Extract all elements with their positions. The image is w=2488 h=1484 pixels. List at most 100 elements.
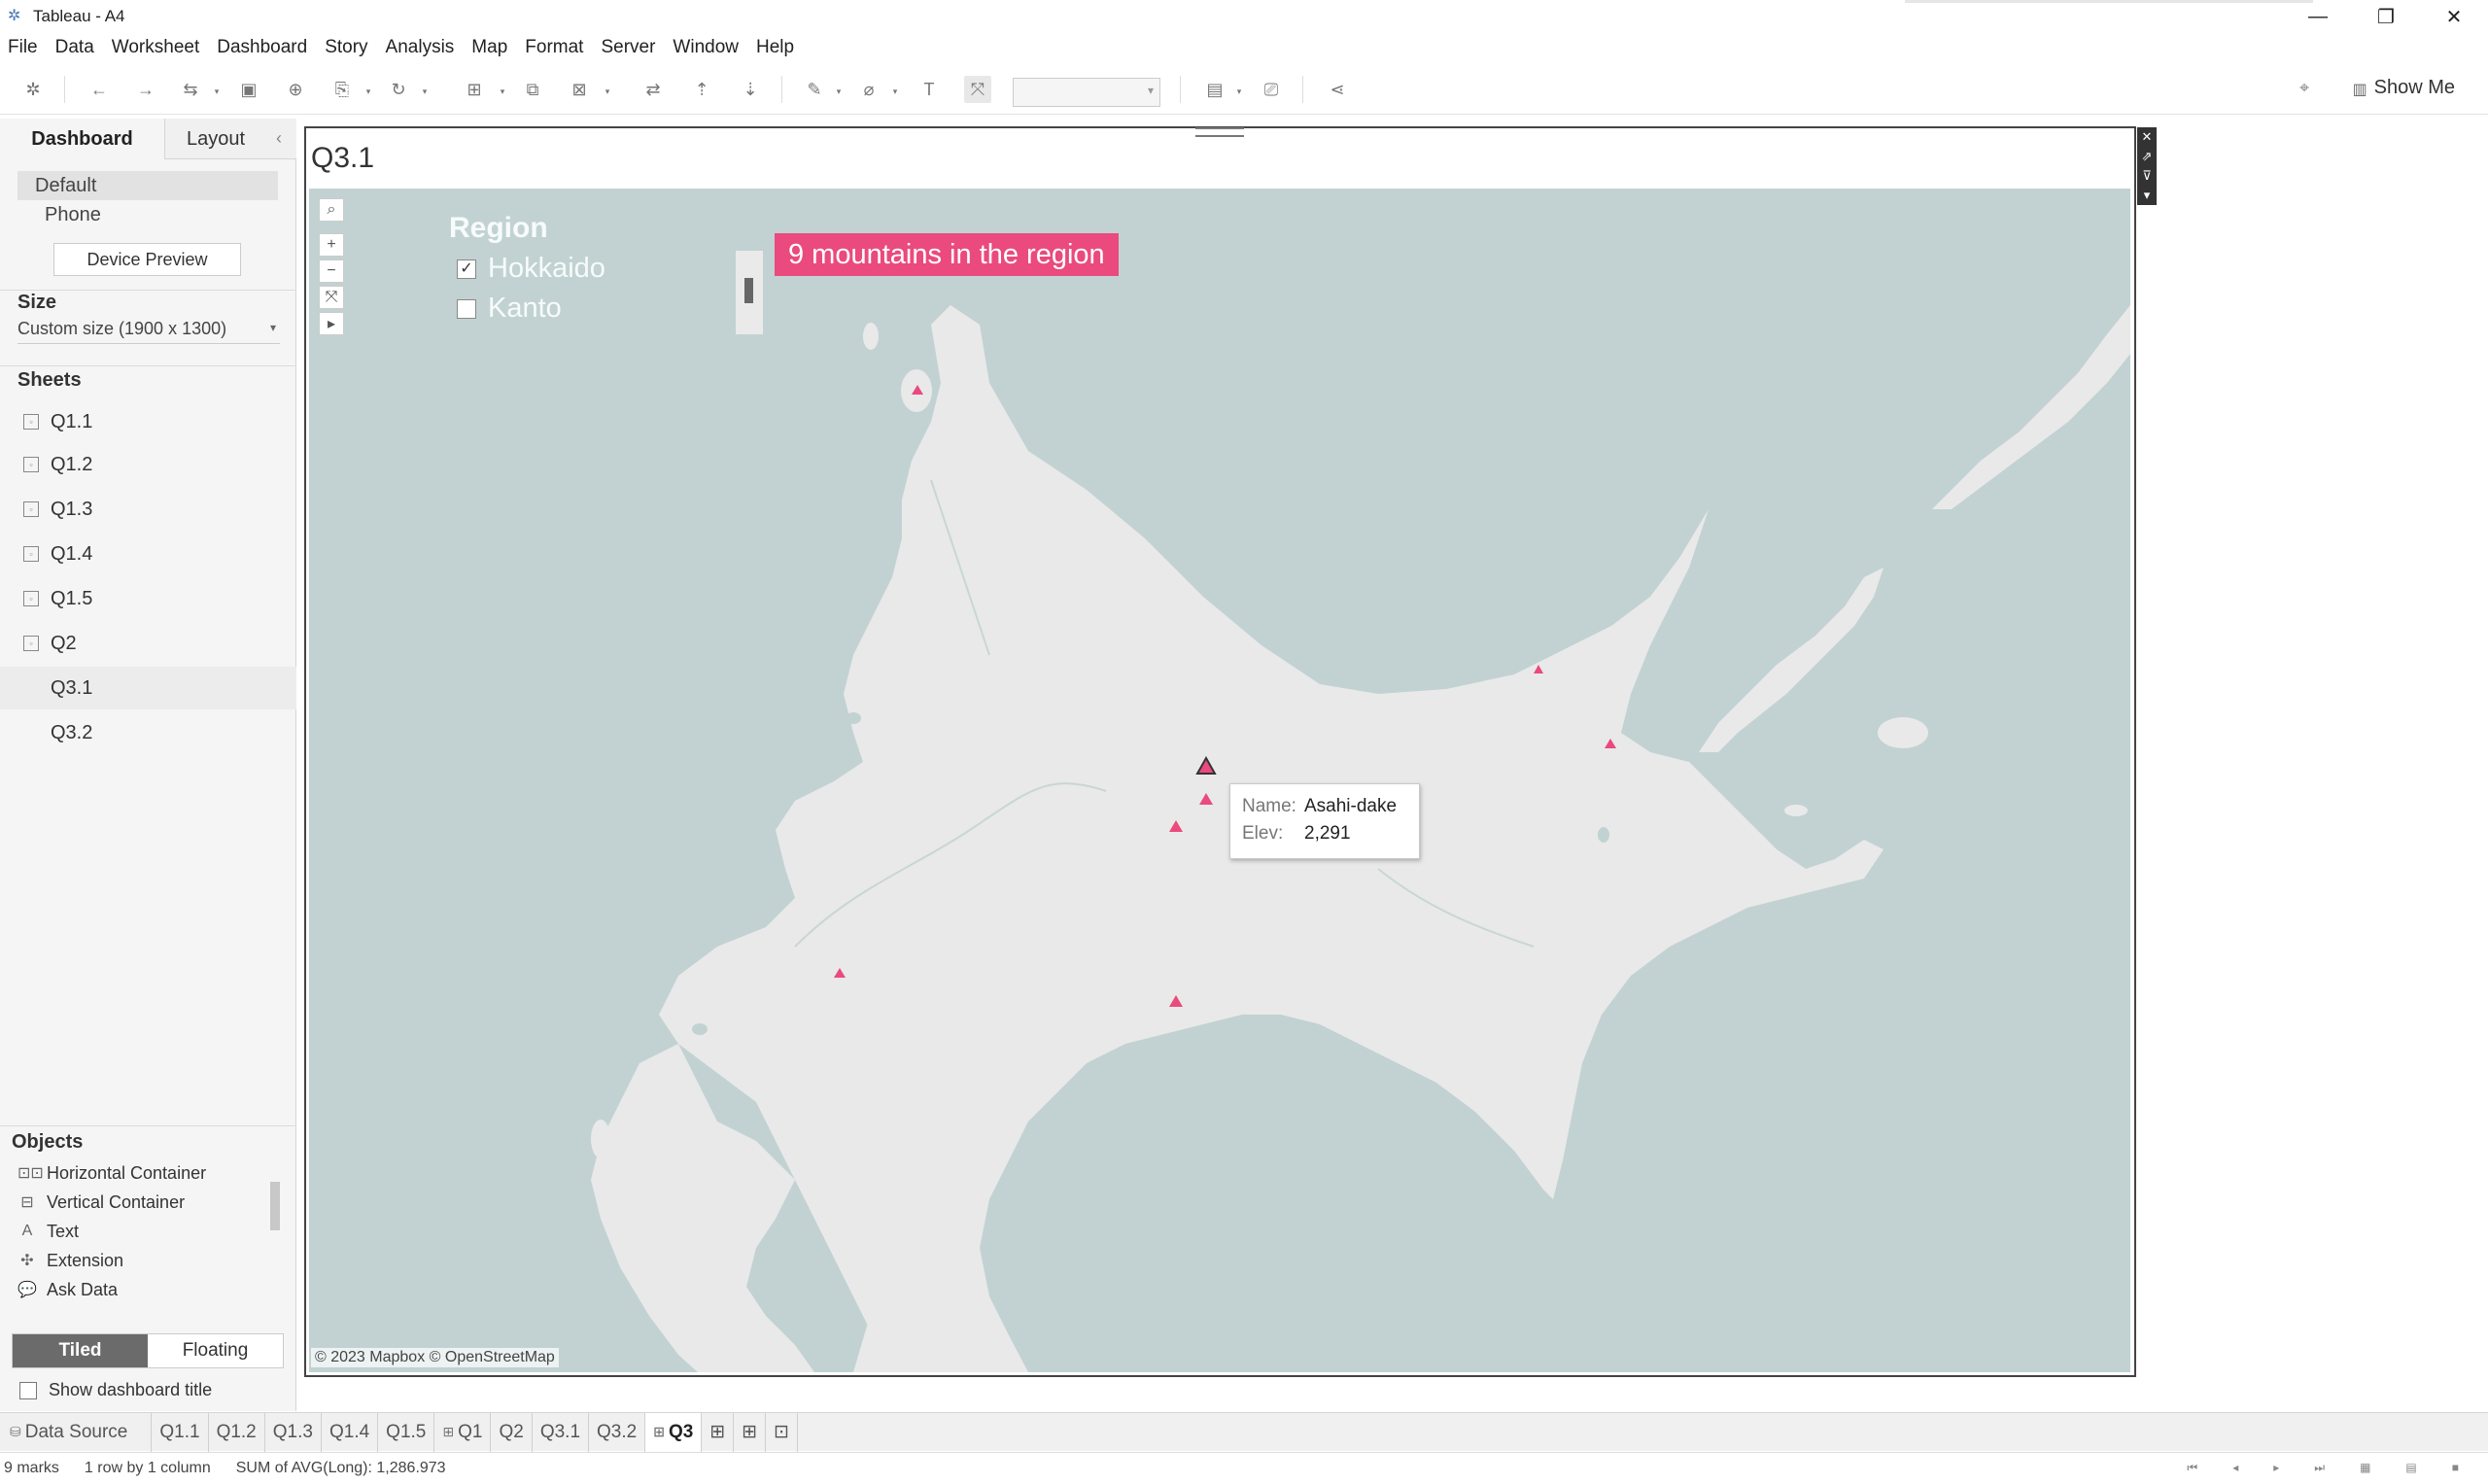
map-view[interactable] — [309, 189, 2130, 1372]
new-sheet-icon[interactable]: ⊞ — [461, 76, 488, 103]
device-phone[interactable]: Phone — [17, 200, 278, 229]
device-preview-button[interactable]: Device Preview — [53, 243, 241, 276]
device-default[interactable]: Default — [17, 171, 278, 200]
filmstrip-icon[interactable]: ▤ — [2405, 1461, 2416, 1475]
sheet-item-q2[interactable]: ▫ Q2 — [0, 622, 296, 665]
sheet-item-q1-2[interactable]: ▫ Q1.2 — [0, 443, 296, 486]
chevron-down-icon[interactable]: ▾ — [1234, 78, 1244, 105]
mountain-mark[interactable] — [834, 968, 846, 978]
object-text[interactable]: A Text — [17, 1217, 79, 1246]
mountain-mark[interactable] — [1169, 995, 1183, 1007]
first-sheet-icon[interactable]: ⏮ — [2187, 1461, 2197, 1475]
pause-updates-icon[interactable]: ⎘ — [328, 76, 356, 103]
tab-layout[interactable]: Layout — [167, 119, 264, 159]
chevron-down-icon[interactable]: ▾ — [890, 78, 900, 105]
mountain-mark[interactable] — [1169, 820, 1183, 832]
menu-analysis[interactable]: Analysis — [386, 37, 455, 58]
new-worksheet-button[interactable]: ⊞ — [702, 1412, 735, 1452]
sort-ascending-icon[interactable]: ⇡ — [688, 76, 715, 103]
menu-map[interactable]: Map — [471, 37, 507, 58]
menu-file[interactable]: File — [8, 37, 38, 58]
show-mark-labels-icon[interactable]: T — [916, 76, 943, 103]
sheet-item-q1-3[interactable]: ▫ Q1.3 — [0, 488, 296, 531]
menu-story[interactable]: Story — [325, 37, 367, 58]
sheet-item-q3-1[interactable]: ▫Q3.1 — [0, 667, 348, 884]
go-to-sheet-icon[interactable]: ⇗ — [2137, 147, 2157, 166]
chevron-down-icon[interactable]: ▾ — [420, 78, 430, 105]
objects-scrollbar[interactable] — [268, 1166, 282, 1312]
share-icon[interactable]: ⋖ — [1324, 76, 1351, 103]
next-sheet-icon[interactable]: ▸ — [2273, 1461, 2279, 1475]
tiled-button[interactable]: Tiled — [13, 1334, 148, 1367]
check-icon[interactable]: ✓ — [457, 259, 476, 279]
tab-q3-1[interactable]: Q3.1 — [533, 1412, 590, 1452]
object-ask-data[interactable]: 💬 Ask Data — [17, 1275, 118, 1304]
restore-button[interactable]: ❐ — [2352, 0, 2420, 33]
presentation-mode-icon[interactable]: ⎚ — [1258, 76, 1285, 103]
chevron-down-icon[interactable]: ▾ — [212, 78, 222, 105]
tabs-view-icon[interactable]: ■ — [2452, 1461, 2459, 1475]
menu-help[interactable]: Help — [756, 37, 794, 58]
previous-sheet-icon[interactable]: ◂ — [2232, 1461, 2238, 1475]
filter-option-hokkaido[interactable]: ✓ Hokkaido — [449, 253, 605, 285]
sheet-sorter-icon[interactable]: ▦ — [2360, 1461, 2370, 1475]
mountain-mark[interactable] — [1534, 665, 1543, 673]
swap-rows-columns-icon[interactable]: ⇄ — [639, 76, 667, 103]
tab-q1-1[interactable]: Q1.1 — [152, 1412, 209, 1452]
close-button[interactable]: ✕ — [2420, 0, 2488, 33]
tableau-home-icon[interactable]: ✲ — [19, 76, 47, 103]
duplicate-sheet-icon[interactable]: ⧉ — [519, 76, 546, 103]
filter-scrollbar[interactable] — [736, 251, 763, 334]
sheet-item-q1-5[interactable]: ▫ Q1.5 — [0, 577, 296, 620]
tab-q3-2[interactable]: Q3.2 — [589, 1412, 646, 1452]
group-members-icon[interactable]: ⌀ — [855, 76, 882, 103]
fit-dropdown[interactable] — [1013, 78, 1160, 107]
zoom-in-icon[interactable]: + — [319, 233, 344, 257]
tab-q1-3[interactable]: Q1.3 — [265, 1412, 322, 1452]
filter-icon[interactable]: ⊽ — [2137, 166, 2157, 186]
clear-sheet-icon[interactable]: ⊠ — [566, 76, 593, 103]
tab-q1-5[interactable]: Q1.5 — [378, 1412, 435, 1452]
menu-worksheet[interactable]: Worksheet — [112, 37, 199, 58]
pin-icon[interactable]: ⌖ — [2299, 78, 2309, 98]
collapse-panel-icon[interactable]: ‹ — [276, 128, 282, 149]
show-me-button[interactable]: ▥ Show Me — [2353, 77, 2455, 99]
sort-descending-icon[interactable]: ⇣ — [737, 76, 764, 103]
reset-map-icon[interactable]: ⤧ — [319, 286, 344, 309]
show-cards-icon[interactable]: ▤ — [1201, 76, 1228, 103]
mountain-mark[interactable] — [1605, 739, 1616, 748]
fix-axes-icon[interactable]: ⤧ — [964, 76, 991, 103]
sheet-item-q1-4[interactable]: ▫ Q1.4 — [0, 533, 296, 575]
chevron-down-icon[interactable]: ▾ — [603, 78, 612, 105]
menu-server[interactable]: Server — [601, 37, 655, 58]
filter-option-kanto[interactable]: Kanto — [449, 293, 605, 325]
highlight-icon[interactable]: ✎ — [801, 76, 828, 103]
mountain-mark[interactable] — [1199, 793, 1213, 805]
tab-data-source[interactable]: ⛁ Data Source — [0, 1412, 153, 1452]
redo-icon[interactable]: → — [132, 76, 159, 103]
zoom-out-icon[interactable]: − — [319, 259, 344, 283]
scrollbar-thumb[interactable] — [270, 1182, 280, 1230]
refresh-icon[interactable]: ↻ — [385, 76, 412, 103]
search-icon[interactable]: ⌕ — [319, 198, 344, 222]
remove-zone-icon[interactable]: ✕ — [2137, 127, 2157, 147]
minimize-button[interactable]: — — [2284, 0, 2352, 33]
filter-checkbox[interactable] — [457, 298, 476, 319]
undo-icon[interactable]: ← — [86, 76, 113, 103]
show-title-checkbox[interactable] — [19, 1381, 37, 1399]
last-sheet-icon[interactable]: ⏭ — [2314, 1461, 2325, 1475]
map-attribution[interactable]: © 2023 Mapbox © OpenStreetMap — [311, 1348, 559, 1367]
object-extension[interactable]: ✣ Extension — [17, 1246, 123, 1275]
tab-q1-2[interactable]: Q1.2 — [209, 1412, 265, 1452]
mountain-mark[interactable] — [912, 385, 923, 395]
floating-button[interactable]: Floating — [148, 1334, 283, 1367]
sheet-item-q3-2[interactable]: ▫Q3.2 — [0, 711, 348, 929]
chevron-down-icon[interactable]: ▾ — [498, 78, 507, 105]
save-icon[interactable]: ▣ — [235, 76, 262, 103]
new-dashboard-button[interactable]: ⊞ — [734, 1412, 767, 1452]
menu-format[interactable]: Format — [525, 37, 583, 58]
scrollbar-thumb[interactable] — [744, 278, 753, 303]
chevron-down-icon[interactable]: ▾ — [834, 78, 844, 105]
mountain-mark-selected[interactable] — [1195, 755, 1217, 775]
size-dropdown[interactable]: Custom size (1900 x 1300) — [17, 319, 280, 344]
